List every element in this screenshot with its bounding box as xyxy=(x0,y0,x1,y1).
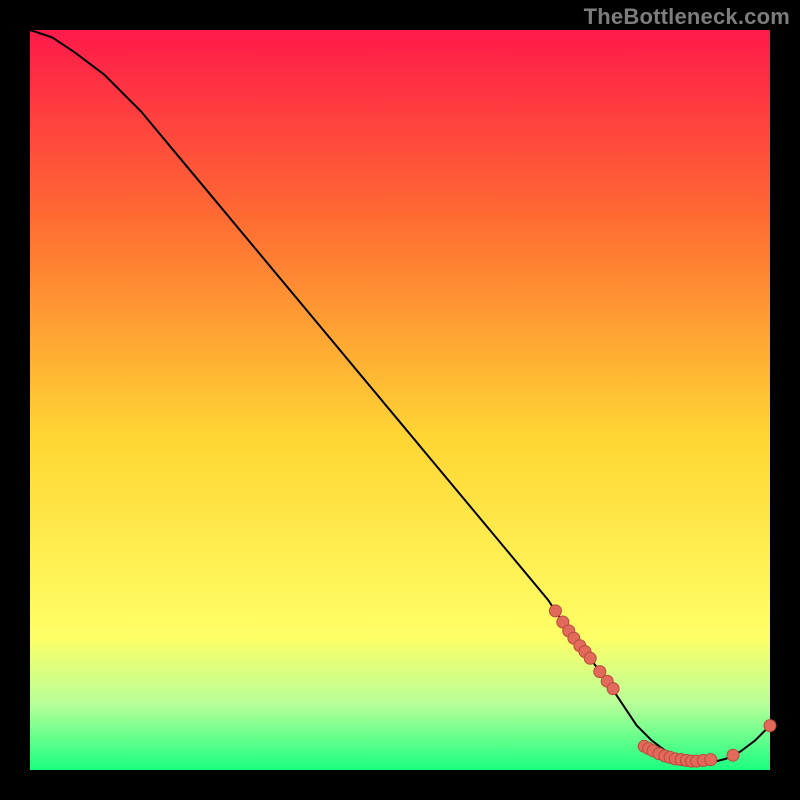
watermark-label: TheBottleneck.com xyxy=(584,4,790,30)
curve-marker xyxy=(727,749,739,761)
bottleneck-chart xyxy=(0,0,800,800)
plot-gradient-bg xyxy=(30,30,770,770)
curve-marker xyxy=(607,683,619,695)
curve-marker xyxy=(584,652,596,664)
curve-marker xyxy=(549,605,561,617)
curve-marker xyxy=(764,720,776,732)
chart-stage: TheBottleneck.com xyxy=(0,0,800,800)
curve-marker xyxy=(705,754,717,766)
